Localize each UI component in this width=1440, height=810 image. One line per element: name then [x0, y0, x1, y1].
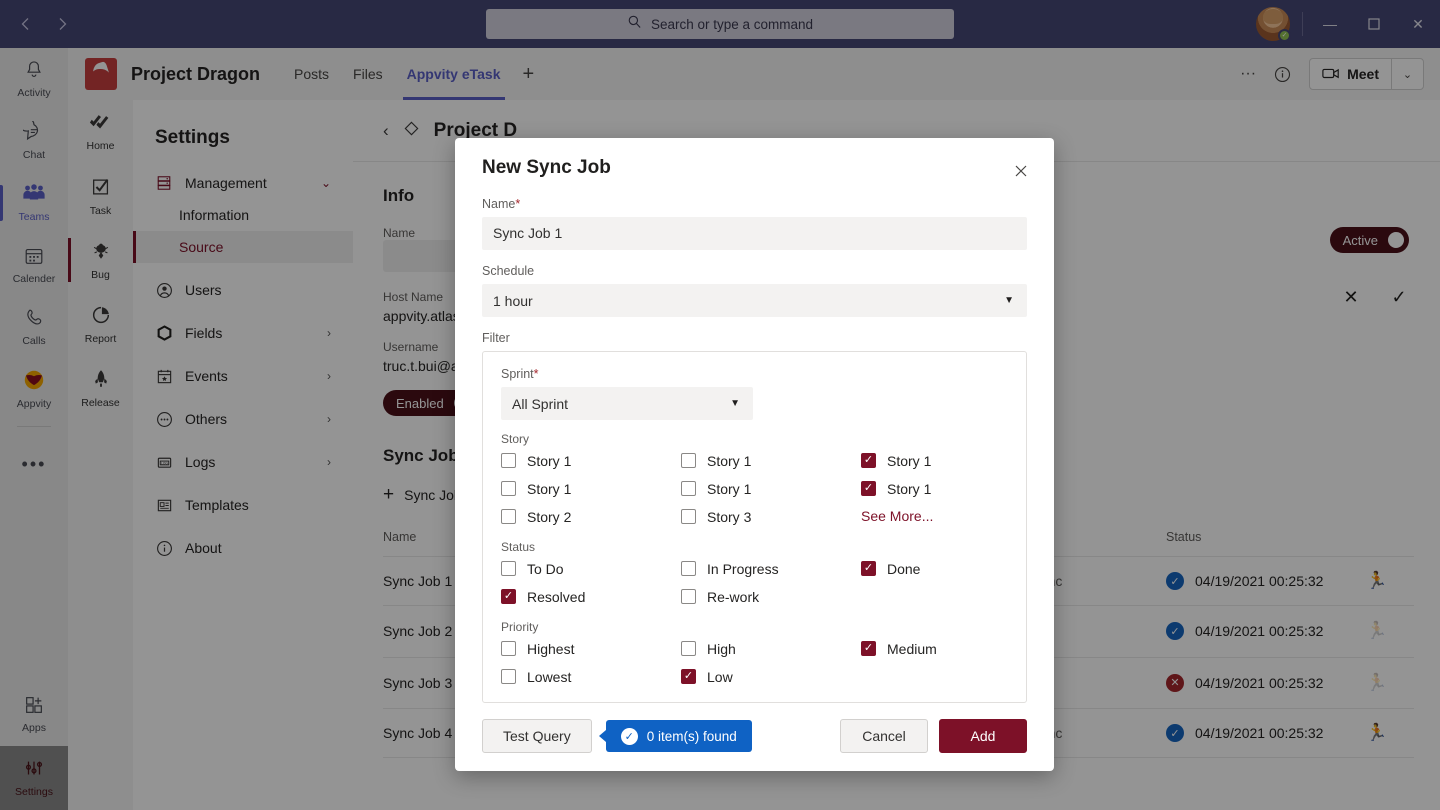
- name-label-text: Name: [482, 197, 515, 211]
- checkbox-rework[interactable]: Re-work: [681, 585, 861, 608]
- checkbox-icon[interactable]: [681, 641, 696, 656]
- checkbox-story-1d[interactable]: Story 1: [501, 477, 681, 500]
- required-marker: *: [515, 197, 520, 211]
- checkbox-icon[interactable]: [501, 481, 516, 496]
- check-circle-icon: ✓: [621, 728, 638, 745]
- checkbox-icon-checked[interactable]: [861, 453, 876, 468]
- cancel-button[interactable]: Cancel: [840, 719, 928, 753]
- status-checkbox-grid: To Do In Progress Done Resolved Re-work: [501, 557, 1008, 608]
- priority-checkbox-grid: Highest High Medium Lowest Low: [501, 637, 1008, 688]
- see-more-link[interactable]: See More...: [861, 505, 1008, 528]
- checkbox-icon[interactable]: [681, 509, 696, 524]
- checkbox-story-1c[interactable]: Story 1: [861, 449, 1008, 472]
- chevron-down-icon: ▼: [730, 398, 740, 409]
- checkbox-todo[interactable]: To Do: [501, 557, 681, 580]
- query-result-toast: ✓ 0 item(s) found: [606, 720, 752, 752]
- checkbox-label: In Progress: [707, 561, 779, 577]
- checkbox-story-1b[interactable]: Story 1: [681, 449, 861, 472]
- checkbox-story-3[interactable]: Story 3: [681, 505, 861, 528]
- checkbox-icon[interactable]: [501, 669, 516, 684]
- checkbox-icon[interactable]: [681, 481, 696, 496]
- status-group-label: Status: [501, 540, 1008, 554]
- dialog-actions: Cancel Add: [840, 719, 1027, 753]
- checkbox-label: Story 3: [707, 509, 751, 525]
- checkbox-label: Resolved: [527, 589, 585, 605]
- checkbox-icon[interactable]: [681, 453, 696, 468]
- schedule-select[interactable]: 1 hour ▼: [482, 284, 1027, 317]
- dialog-footer: Test Query ✓ 0 item(s) found Cancel Add: [482, 719, 1027, 753]
- toast-text: 0 item(s) found: [647, 729, 737, 744]
- checkbox-medium[interactable]: Medium: [861, 637, 1008, 660]
- checkbox-label: Story 1: [707, 453, 751, 469]
- checkbox-highest[interactable]: Highest: [501, 637, 681, 660]
- dialog-body: Name* Schedule 1 hour ▼ Filter Sprint* A…: [482, 197, 1027, 703]
- checkbox-label: Story 1: [707, 481, 751, 497]
- checkbox-icon[interactable]: [681, 561, 696, 576]
- checkbox-icon[interactable]: [501, 509, 516, 524]
- checkbox-label: Re-work: [707, 589, 759, 605]
- checkbox-label: Lowest: [527, 669, 571, 685]
- checkbox-story-1f[interactable]: Story 1: [861, 477, 1008, 500]
- new-sync-job-dialog: New Sync Job Name* Schedule 1 hour ▼ Fil…: [455, 138, 1054, 771]
- checkbox-label: Highest: [527, 641, 574, 657]
- checkbox-low[interactable]: Low: [681, 665, 861, 688]
- required-marker: *: [534, 367, 539, 381]
- checkbox-label: Story 1: [887, 453, 931, 469]
- checkbox-resolved[interactable]: Resolved: [501, 585, 681, 608]
- checkbox-done[interactable]: Done: [861, 557, 1008, 580]
- checkbox-icon[interactable]: [681, 589, 696, 604]
- checkbox-icon[interactable]: [501, 453, 516, 468]
- checkbox-high[interactable]: High: [681, 637, 861, 660]
- add-button[interactable]: Add: [939, 719, 1027, 753]
- checkbox-story-2[interactable]: Story 2: [501, 505, 681, 528]
- checkbox-story-1e[interactable]: Story 1: [681, 477, 861, 500]
- checkbox-in-progress[interactable]: In Progress: [681, 557, 861, 580]
- sprint-select[interactable]: All Sprint ▼: [501, 387, 753, 420]
- priority-group-label: Priority: [501, 620, 1008, 634]
- grid-spacer: [861, 665, 1008, 688]
- checkbox-label: Low: [707, 669, 733, 685]
- checkbox-icon-checked[interactable]: [681, 669, 696, 684]
- story-group-label: Story: [501, 432, 1008, 446]
- checkbox-label: Medium: [887, 641, 937, 657]
- filter-label: Filter: [482, 331, 1027, 345]
- schedule-field-label: Schedule: [482, 264, 1027, 278]
- name-field-label: Name*: [482, 197, 1027, 211]
- checkbox-icon-checked[interactable]: [861, 641, 876, 656]
- checkbox-label: Story 1: [887, 481, 931, 497]
- checkbox-label: Story 1: [527, 481, 571, 497]
- dialog-title: New Sync Job: [482, 157, 611, 179]
- checkbox-label: High: [707, 641, 736, 657]
- test-query-button[interactable]: Test Query: [482, 719, 592, 753]
- sprint-selected-value: All Sprint: [512, 396, 568, 412]
- checkbox-lowest[interactable]: Lowest: [501, 665, 681, 688]
- story-checkbox-grid: Story 1 Story 1 Story 1 Story 1 Story 1 …: [501, 449, 1008, 528]
- checkbox-icon[interactable]: [501, 641, 516, 656]
- checkbox-icon-checked[interactable]: [501, 589, 516, 604]
- schedule-selected-value: 1 hour: [493, 293, 533, 309]
- checkbox-label: Done: [887, 561, 920, 577]
- checkbox-icon-checked[interactable]: [861, 561, 876, 576]
- checkbox-icon[interactable]: [501, 561, 516, 576]
- grid-spacer: [861, 585, 1008, 608]
- close-icon[interactable]: [1007, 157, 1035, 185]
- sprint-field-label: Sprint*: [501, 367, 1008, 381]
- name-input[interactable]: [482, 217, 1027, 250]
- sprint-label-text: Sprint: [501, 367, 534, 381]
- filter-panel: Sprint* All Sprint ▼ Story Story 1 Story…: [482, 351, 1027, 703]
- checkbox-label: Story 1: [527, 453, 571, 469]
- checkbox-label: Story 2: [527, 509, 571, 525]
- checkbox-story-1a[interactable]: Story 1: [501, 449, 681, 472]
- checkbox-label: To Do: [527, 561, 564, 577]
- chevron-down-icon: ▼: [1004, 295, 1014, 306]
- checkbox-icon-checked[interactable]: [861, 481, 876, 496]
